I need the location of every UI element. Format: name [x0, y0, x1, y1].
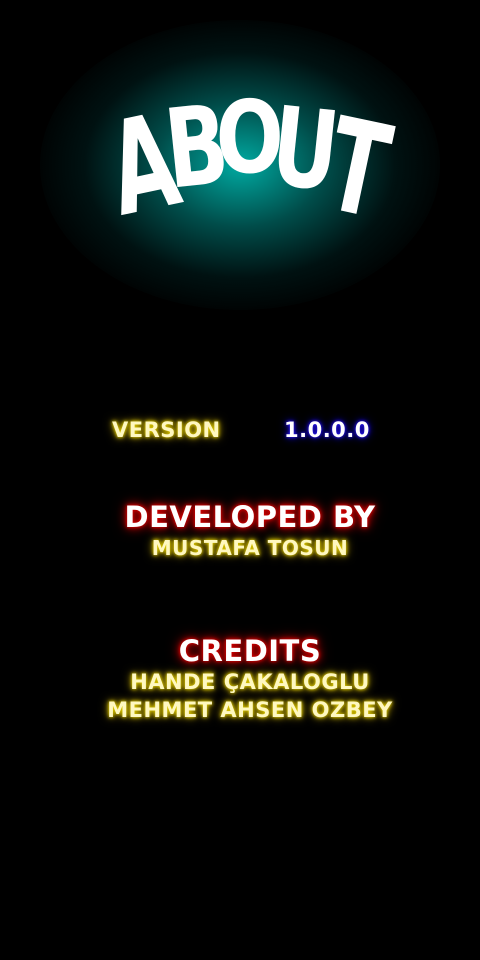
credits-heading: CREDITS	[178, 634, 322, 668]
developer-name: MUSTAFA TOSUN	[151, 536, 349, 560]
version-value: 1.0.0.0	[284, 418, 370, 442]
title-letter: O	[215, 79, 284, 196]
about-title: A B O U T	[0, 0, 480, 300]
credit-name: HANDE ÇAKALOGLU	[130, 670, 370, 694]
version-label: VERSION	[112, 418, 221, 442]
developed-by-heading: DEVELOPED BY	[124, 500, 376, 534]
title-letter: A	[96, 85, 191, 246]
credit-name: MEHMET AHSEN OZBEY	[107, 698, 393, 722]
about-screen: A B O U T VERSION 1.0.0.0 DEVELOPED BY M…	[0, 0, 480, 960]
